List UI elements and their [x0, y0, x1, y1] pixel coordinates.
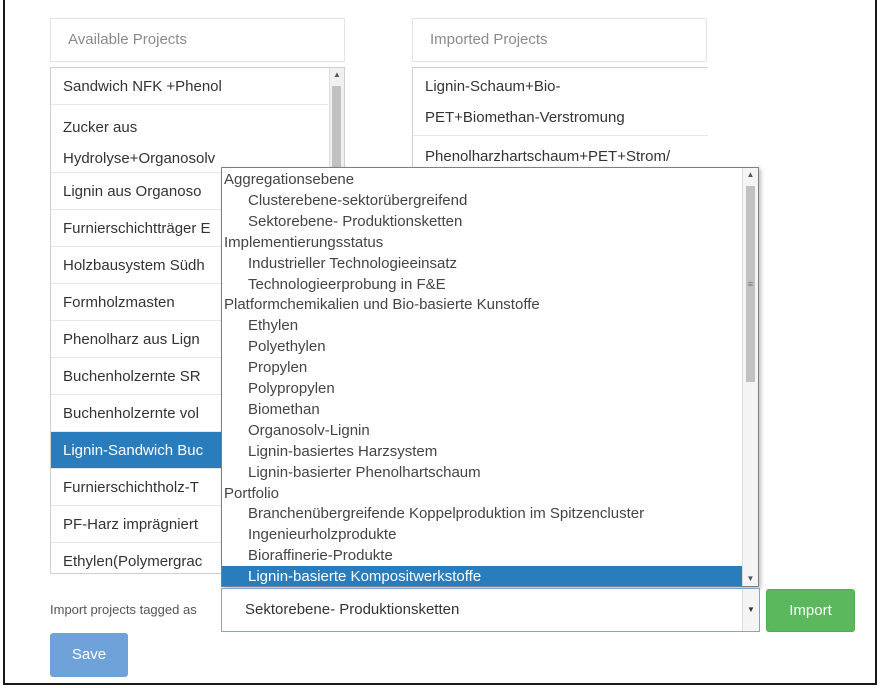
scroll-down-arrow-icon[interactable]: ▼ [743, 572, 758, 586]
dropdown-group-label: Portfolio [224, 484, 280, 502]
dropdown-option[interactable]: Sektorebene- Produktionsketten [222, 211, 742, 232]
project-label: Buchenholzernte SR [63, 368, 201, 385]
imported-projects-heading: Imported Projects [412, 18, 707, 62]
project-label: PET+Biomethan-Verstromung [425, 109, 625, 126]
dropdown-scrollbar[interactable]: ▲ ≡ ▼ [742, 168, 758, 586]
dropdown-option[interactable]: Lignin-basierter Phenolhartschaum [222, 462, 742, 483]
project-label: Lignin aus Organoso [63, 183, 202, 200]
project-label: PF-Harz imprägniert [63, 516, 199, 533]
project-label: Furnierschichtträger E [63, 220, 211, 237]
dropdown-option[interactable]: Polyethylen [222, 336, 742, 357]
dropdown-group-label: Implementierungsstatus [224, 233, 384, 251]
dropdown-option[interactable]: Ethylen [222, 315, 742, 336]
tag-select[interactable]: Sektorebene- Produktionsketten ▼ [221, 588, 760, 632]
tag-select-value: Sektorebene- Produktionsketten [245, 601, 460, 618]
import-tag-label: Import projects tagged as [50, 602, 197, 617]
chevron-down-icon[interactable]: ▼ [742, 589, 759, 631]
project-label: Holzbausystem Südh [63, 257, 205, 274]
project-label: Formholzmasten [63, 294, 175, 311]
project-label: Zucker aus [63, 119, 138, 136]
project-label: Phenolharzhartschaum+PET+Strom/ [425, 148, 671, 165]
dropdown-option[interactable]: Bioraffinerie-Produkte [222, 545, 742, 566]
dropdown-option[interactable]: Biomethan [222, 399, 742, 420]
project-label: Sandwich NFK +Phenol [63, 78, 222, 95]
dropdown-option[interactable]: Polypropylen [222, 378, 742, 399]
dropdown-option[interactable]: Lignin-basiertes Harzsystem [222, 441, 742, 462]
dropdown-group-label: Aggregationsebene [224, 171, 355, 188]
scroll-up-arrow-icon[interactable]: ▲ [743, 168, 758, 182]
scrollbar-grip-icon: ≡ [747, 279, 754, 289]
dropdown-option[interactable]: Propylen [222, 357, 742, 378]
project-label: Lignin-Sandwich Buc [63, 442, 204, 459]
available-projects-heading: Available Projects [50, 18, 345, 62]
scroll-up-arrow-icon[interactable]: ▲ [330, 68, 344, 82]
dropdown-option[interactable]: Ingenieurholzprodukte [222, 524, 742, 545]
save-button[interactable]: Save [50, 633, 128, 677]
available-project-item[interactable]: Sandwich NFK +Phenol [51, 68, 328, 105]
dropdown-option[interactable]: Industrieller Technologieeinsatz [222, 253, 742, 274]
dropdown-group-label: Platformchemikalien und Bio-basierte Kun… [224, 296, 540, 314]
project-label: Ethylen(Polymergrac [63, 553, 203, 570]
project-label: Lignin-Schaum+Bio- [425, 78, 561, 95]
project-label: Buchenholzernte vol [63, 405, 199, 422]
imported-project-item[interactable]: Lignin-Schaum+Bio- PET+Biomethan-Verstrom… [413, 68, 708, 136]
project-label: Hydrolyse+Organosolv [63, 150, 216, 167]
available-project-item[interactable]: Zucker aus Hydrolyse+Organosolv [51, 105, 328, 173]
import-button[interactable]: Import [766, 589, 855, 632]
dropdown-option[interactable]: Lignin-basierte Kompositwerkstoffe [222, 566, 742, 586]
project-label: Phenolharz aus Lign [63, 331, 200, 348]
project-label: Furnierschichtholz-T [63, 479, 199, 496]
dropdown-option[interactable]: Organosolv-Lignin [222, 420, 742, 441]
dropdown-option[interactable]: Clusterebene-sektorübergreifend [222, 190, 742, 211]
tag-dropdown-list[interactable]: ▲ ≡ ▼ Aggregationsebene Clusterebene-sekt… [221, 167, 759, 587]
dropdown-option[interactable]: Branchenübergreifende Koppelproduktion i… [222, 503, 742, 524]
imported-projects-list[interactable]: Lignin-Schaum+Bio- PET+Biomethan-Verstrom… [412, 67, 708, 177]
dropdown-option[interactable]: Technologieerprobung in F&E [222, 274, 742, 295]
